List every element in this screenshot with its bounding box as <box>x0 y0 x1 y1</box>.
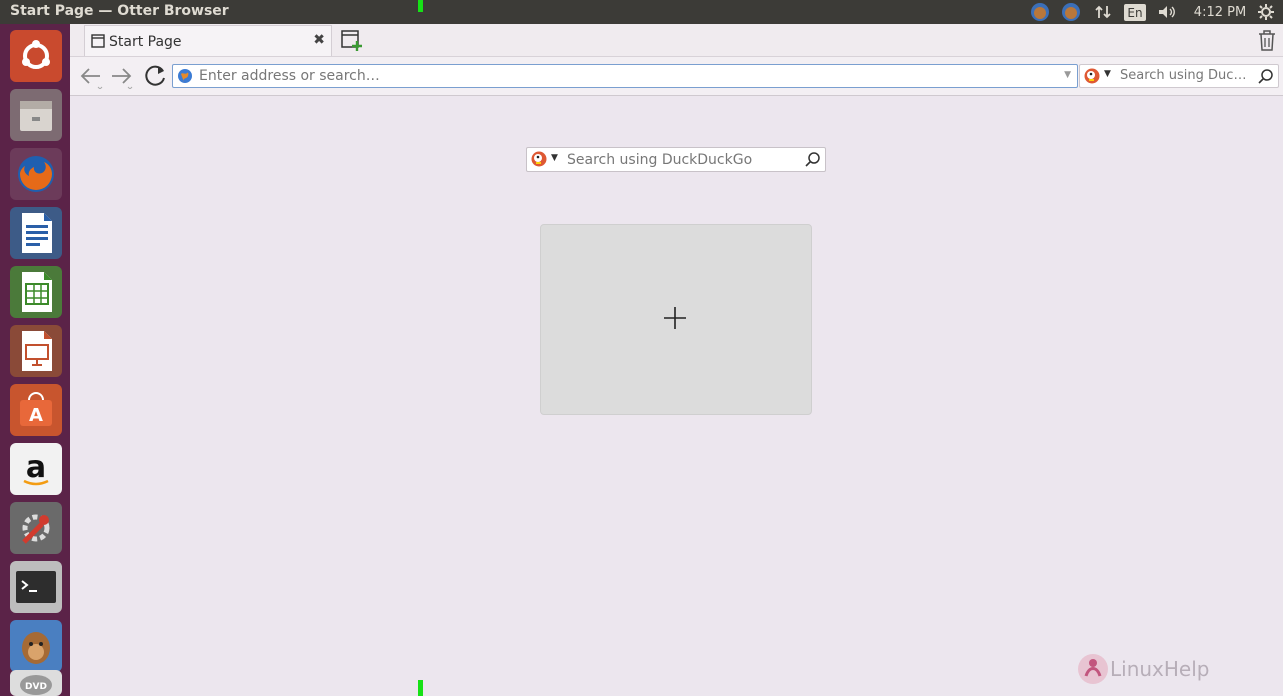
terminal-icon[interactable] <box>10 561 62 613</box>
libreoffice-writer-icon[interactable] <box>10 207 62 259</box>
files-icon[interactable] <box>10 89 62 141</box>
address-bar[interactable]: ▼ <box>172 64 1078 88</box>
green-marker <box>418 0 423 12</box>
page-icon <box>91 34 105 48</box>
dvd-icon[interactable]: DVD <box>10 670 62 696</box>
system-settings-icon[interactable] <box>10 502 62 554</box>
top-panel: Start Page — Otter Browser En 4:12 PM <box>0 0 1283 24</box>
firefox-icon[interactable] <box>10 148 62 200</box>
search-icon[interactable] <box>805 151 821 167</box>
duckduckgo-icon <box>531 151 547 167</box>
libreoffice-impress-icon[interactable] <box>10 325 62 377</box>
otter-indicator-icon[interactable] <box>1030 2 1050 22</box>
toolbar-search[interactable]: ▼ <box>1079 64 1279 88</box>
green-marker-bottom <box>418 680 423 696</box>
tab-close-icon[interactable]: ✖ <box>313 32 325 48</box>
reload-icon[interactable] <box>144 64 168 88</box>
libreoffice-calc-icon[interactable] <box>10 266 62 318</box>
ubuntu-dash-icon[interactable] <box>10 30 62 82</box>
navigation-bar: ▼ ▼ <box>70 57 1283 96</box>
volume-icon[interactable] <box>1156 2 1178 22</box>
tab-bar: Start Page ✖ <box>70 24 1283 57</box>
forward-arrow-icon[interactable] <box>110 65 136 90</box>
launcher: A a DVD <box>0 24 70 696</box>
start-page-search[interactable]: ▼ <box>526 147 826 172</box>
search-engine-dropdown-icon[interactable]: ▼ <box>551 153 558 163</box>
svg-text:A: A <box>29 405 43 426</box>
back-arrow-icon[interactable] <box>78 65 104 90</box>
plus-icon <box>664 307 686 329</box>
add-speed-dial-tile[interactable] <box>540 224 812 415</box>
search-engine-dropdown-icon[interactable]: ▼ <box>1104 69 1111 79</box>
amazon-icon[interactable]: a <box>10 443 62 495</box>
trash-icon[interactable] <box>1256 28 1278 52</box>
globe-icon <box>178 69 192 83</box>
otter-indicator-icon-2[interactable] <box>1061 2 1081 22</box>
new-tab-icon[interactable] <box>340 28 364 52</box>
gear-icon[interactable] <box>1256 2 1276 22</box>
watermark-text: LinuxHelp <box>1110 657 1210 681</box>
address-dropdown-icon[interactable]: ▼ <box>1064 70 1071 80</box>
keyboard-layout-indicator[interactable]: En <box>1124 4 1146 21</box>
search-icon[interactable] <box>1258 68 1274 84</box>
tab-label: Start Page <box>109 34 182 50</box>
ubuntu-software-icon[interactable]: A <box>10 384 62 436</box>
duckduckgo-icon <box>1084 68 1100 84</box>
address-input[interactable] <box>197 67 1061 85</box>
otter-browser-icon[interactable] <box>10 620 62 672</box>
linuxhelp-watermark: LinuxHelp <box>1076 652 1209 686</box>
svg-text:a: a <box>26 450 46 485</box>
window-title: Start Page — Otter Browser <box>10 3 229 19</box>
tab-start-page[interactable]: Start Page ✖ <box>84 25 332 56</box>
clock[interactable]: 4:12 PM <box>1192 2 1248 22</box>
network-icon[interactable] <box>1094 2 1112 22</box>
svg-text:DVD: DVD <box>25 682 47 692</box>
toolbar-search-input[interactable] <box>1118 67 1256 84</box>
linuxhelp-logo-icon <box>1078 654 1108 684</box>
start-page-search-input[interactable] <box>565 151 799 169</box>
